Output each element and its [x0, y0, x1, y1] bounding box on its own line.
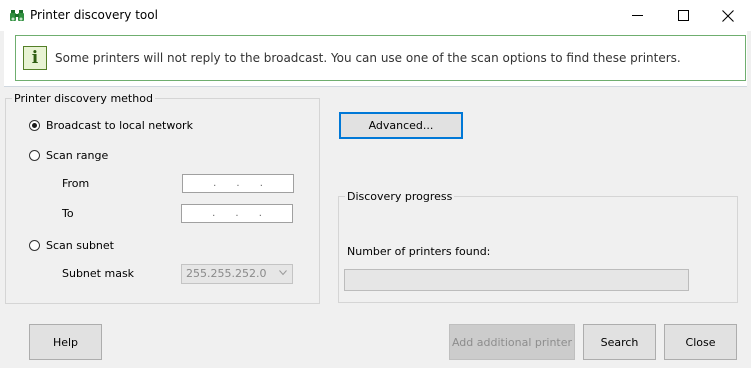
close-icon	[722, 9, 734, 22]
minimize-icon	[631, 15, 643, 16]
discovery-method-title: Printer discovery method	[12, 92, 155, 105]
title-bar: Printer discovery tool	[0, 0, 751, 31]
advanced-button[interactable]: Advanced...	[339, 112, 463, 139]
close-button[interactable]: Close	[664, 324, 737, 360]
printers-found-label: Number of printers found:	[347, 245, 491, 258]
from-label: From	[62, 177, 90, 190]
subnet-mask-select[interactable]: 255.255.252.0	[181, 264, 293, 284]
subnet-mask-value: 255.255.252.0	[186, 267, 267, 280]
info-icon: i	[23, 46, 47, 70]
discovery-progress-title: Discovery progress	[345, 190, 455, 203]
maximize-icon	[677, 10, 689, 21]
minimize-button[interactable]	[614, 0, 660, 31]
ip-dot: .	[236, 178, 240, 189]
help-button[interactable]: Help	[29, 324, 102, 360]
radio-scan-range-label: Scan range	[46, 149, 109, 162]
radio-scan-range-indicator[interactable]	[29, 150, 40, 161]
binoculars-icon	[10, 10, 24, 21]
ip-dot: .	[235, 208, 239, 219]
info-banner: i Some printers will not reply to the br…	[4, 31, 747, 87]
search-button[interactable]: Search	[583, 324, 656, 360]
radio-broadcast[interactable]: Broadcast to local network	[29, 119, 193, 132]
discovery-progress-bar	[344, 269, 689, 291]
add-printer-button[interactable]: Add additional printer	[449, 324, 575, 360]
maximize-button[interactable]	[660, 0, 706, 31]
ip-dot: .	[212, 208, 216, 219]
ip-dot: .	[213, 178, 217, 189]
subnet-mask-label: Subnet mask	[62, 267, 135, 280]
window-title: Printer discovery tool	[30, 8, 158, 22]
ip-dot: .	[259, 178, 263, 189]
radio-scan-subnet-label: Scan subnet	[46, 239, 114, 252]
radio-scan-subnet-indicator[interactable]	[29, 240, 40, 251]
radio-broadcast-label: Broadcast to local network	[46, 119, 193, 132]
info-message: Some printers will not reply to the broa…	[55, 51, 681, 65]
close-window-button[interactable]	[705, 0, 751, 31]
ip-dot: .	[258, 208, 262, 219]
radio-broadcast-indicator[interactable]	[29, 120, 40, 131]
chevron-down-icon	[279, 270, 287, 276]
info-message-box: i Some printers will not reply to the br…	[15, 35, 746, 81]
from-ip-input[interactable]: ...	[182, 174, 294, 193]
radio-scan-range[interactable]: Scan range	[29, 149, 108, 162]
radio-scan-subnet[interactable]: Scan subnet	[29, 239, 114, 252]
to-ip-input[interactable]: ...	[181, 204, 293, 223]
to-label: To	[62, 207, 74, 220]
